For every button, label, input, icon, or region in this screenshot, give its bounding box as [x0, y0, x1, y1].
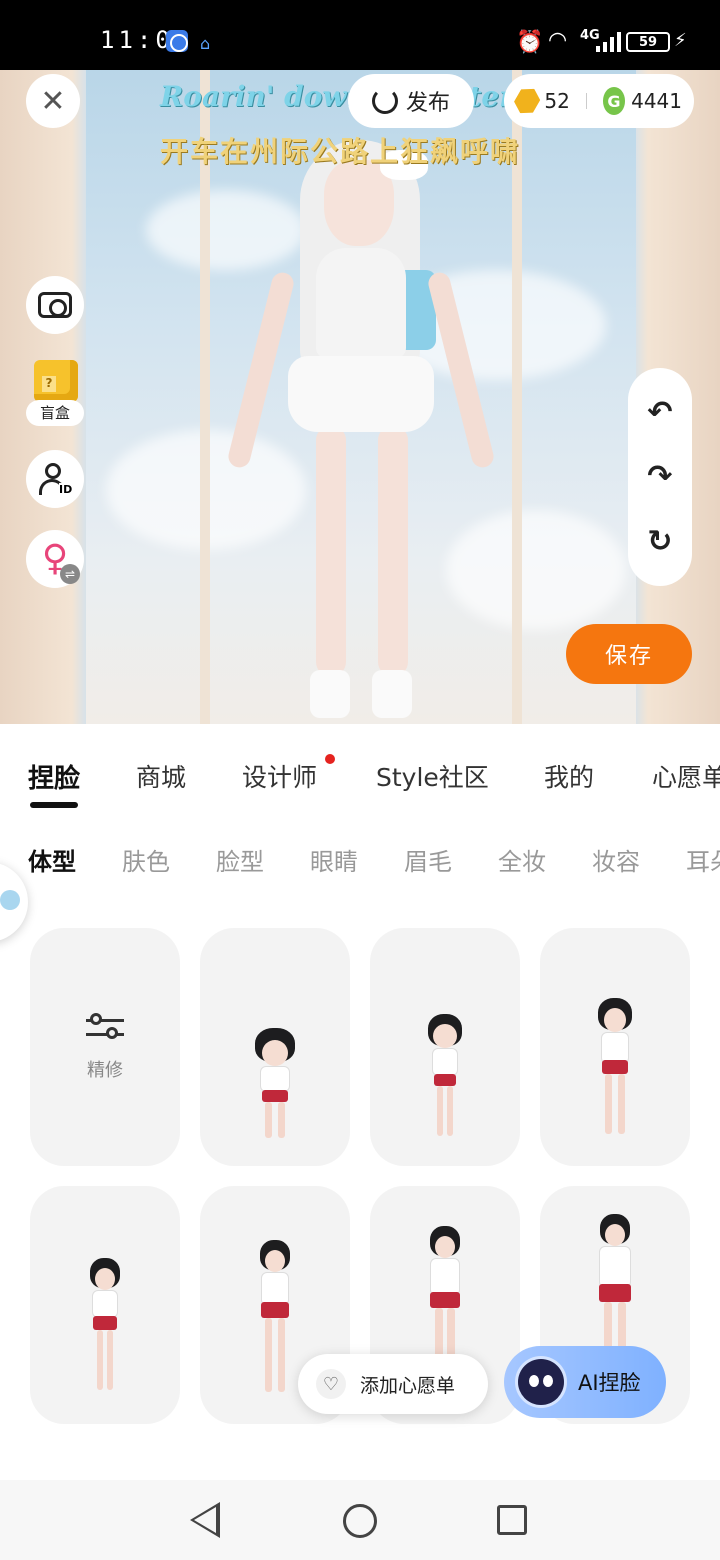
body-type-option[interactable]	[200, 928, 350, 1166]
body-type-option[interactable]	[30, 1186, 180, 1424]
close-button[interactable]: ✕	[26, 74, 80, 128]
tab-wishlist[interactable]: 心愿单	[652, 758, 720, 794]
sliders-icon	[86, 1012, 124, 1042]
refine-card[interactable]: 精修	[30, 928, 180, 1166]
back-icon[interactable]	[190, 1502, 220, 1538]
subtab-eyes[interactable]: 眼睛	[310, 842, 358, 877]
body-type-option[interactable]	[540, 928, 690, 1166]
avatar-character[interactable]	[220, 130, 500, 720]
main-tabs: 捏脸 商城 设计师 Style社区 我的 心愿单	[0, 724, 720, 824]
publish-label: 发布	[405, 91, 450, 116]
blindbox-label: 盲盒	[26, 400, 84, 426]
home-icon[interactable]	[343, 1504, 377, 1538]
divider	[585, 93, 587, 109]
subtab-body[interactable]: 体型	[28, 842, 76, 877]
recent-apps-icon[interactable]	[497, 1505, 527, 1535]
green-coin-count: 4441	[631, 89, 682, 113]
gold-coin-count: 52	[544, 89, 570, 113]
charging-icon: ⚡	[674, 30, 687, 51]
battery-level: 59	[638, 34, 658, 50]
tab-mine[interactable]: 我的	[544, 758, 594, 794]
body-type-option[interactable]	[370, 928, 520, 1166]
green-coin-icon: G	[602, 87, 626, 115]
tab-designer[interactable]: 设计师	[242, 758, 317, 794]
tab-style-community[interactable]: Style社区	[376, 758, 489, 794]
camera-icon	[38, 292, 72, 318]
undo-icon[interactable]: ↶	[647, 395, 672, 430]
ai-face-label: AI捏脸	[578, 1371, 641, 1395]
publish-button[interactable]: 发布	[348, 74, 474, 128]
user-id-icon: ID	[39, 463, 73, 496]
tab-face[interactable]: 捏脸	[28, 758, 80, 795]
subtab-makeup[interactable]: 妆容	[592, 842, 640, 877]
gender-switch-button[interactable]: ♀ ⇌	[26, 530, 84, 588]
robot-icon	[518, 1359, 564, 1405]
subtab-skin[interactable]: 肤色	[122, 842, 170, 877]
notification-dot	[325, 754, 335, 764]
blindbox-icon: ?	[34, 360, 78, 402]
currency-balance[interactable]: 52 G 4441	[504, 74, 694, 128]
gold-coin-icon	[511, 83, 544, 118]
browser-globe-icon	[166, 30, 188, 52]
active-tab-indicator	[30, 802, 78, 808]
reset-icon[interactable]: ↻	[647, 524, 672, 559]
add-wishlist-button[interactable]: ♡ 添加心愿单	[298, 1354, 488, 1414]
save-button[interactable]: 保存	[566, 624, 692, 684]
publish-icon	[371, 88, 398, 114]
redo-icon[interactable]: ↷	[647, 459, 672, 494]
subtab-face-shape[interactable]: 脸型	[216, 842, 264, 877]
refine-label: 精修	[87, 1060, 123, 1081]
home-mini-icon: ⌂	[200, 34, 211, 53]
history-controls: ↶ ↷ ↻	[628, 368, 692, 586]
lyric-chinese: 开车在州际公路上狂飙呼啸	[160, 135, 521, 168]
tab-mall[interactable]: 商城	[136, 758, 186, 794]
avatar-id-button[interactable]: ID	[26, 450, 84, 508]
subtab-full-makeup[interactable]: 全妆	[498, 842, 546, 877]
signal-icon	[596, 30, 621, 52]
alarm-icon: ⏰	[516, 30, 544, 55]
swap-icon: ⇌	[60, 564, 80, 584]
sub-tabs: 体型 肤色 脸型 眼睛 眉毛 全妆 妆容 耳朵	[0, 834, 720, 884]
heart-icon: ♡	[316, 1369, 346, 1399]
add-wishlist-label: 添加心愿单	[360, 1374, 456, 1397]
battery-icon: 59	[626, 32, 670, 52]
subtab-eyebrows[interactable]: 眉毛	[404, 842, 452, 877]
wifi-icon: ◠	[548, 28, 568, 53]
system-nav-bar	[0, 1480, 720, 1560]
close-icon: ✕	[40, 83, 66, 119]
camera-button[interactable]	[26, 276, 84, 334]
status-bar: 11:01 ⌂ ⏰ ◠ 4G 59 ⚡	[0, 0, 720, 70]
blindbox-button[interactable]: ? 盲盒	[26, 358, 84, 426]
ai-face-button[interactable]: AI捏脸	[504, 1346, 666, 1418]
subtab-ears[interactable]: 耳朵	[686, 842, 720, 877]
